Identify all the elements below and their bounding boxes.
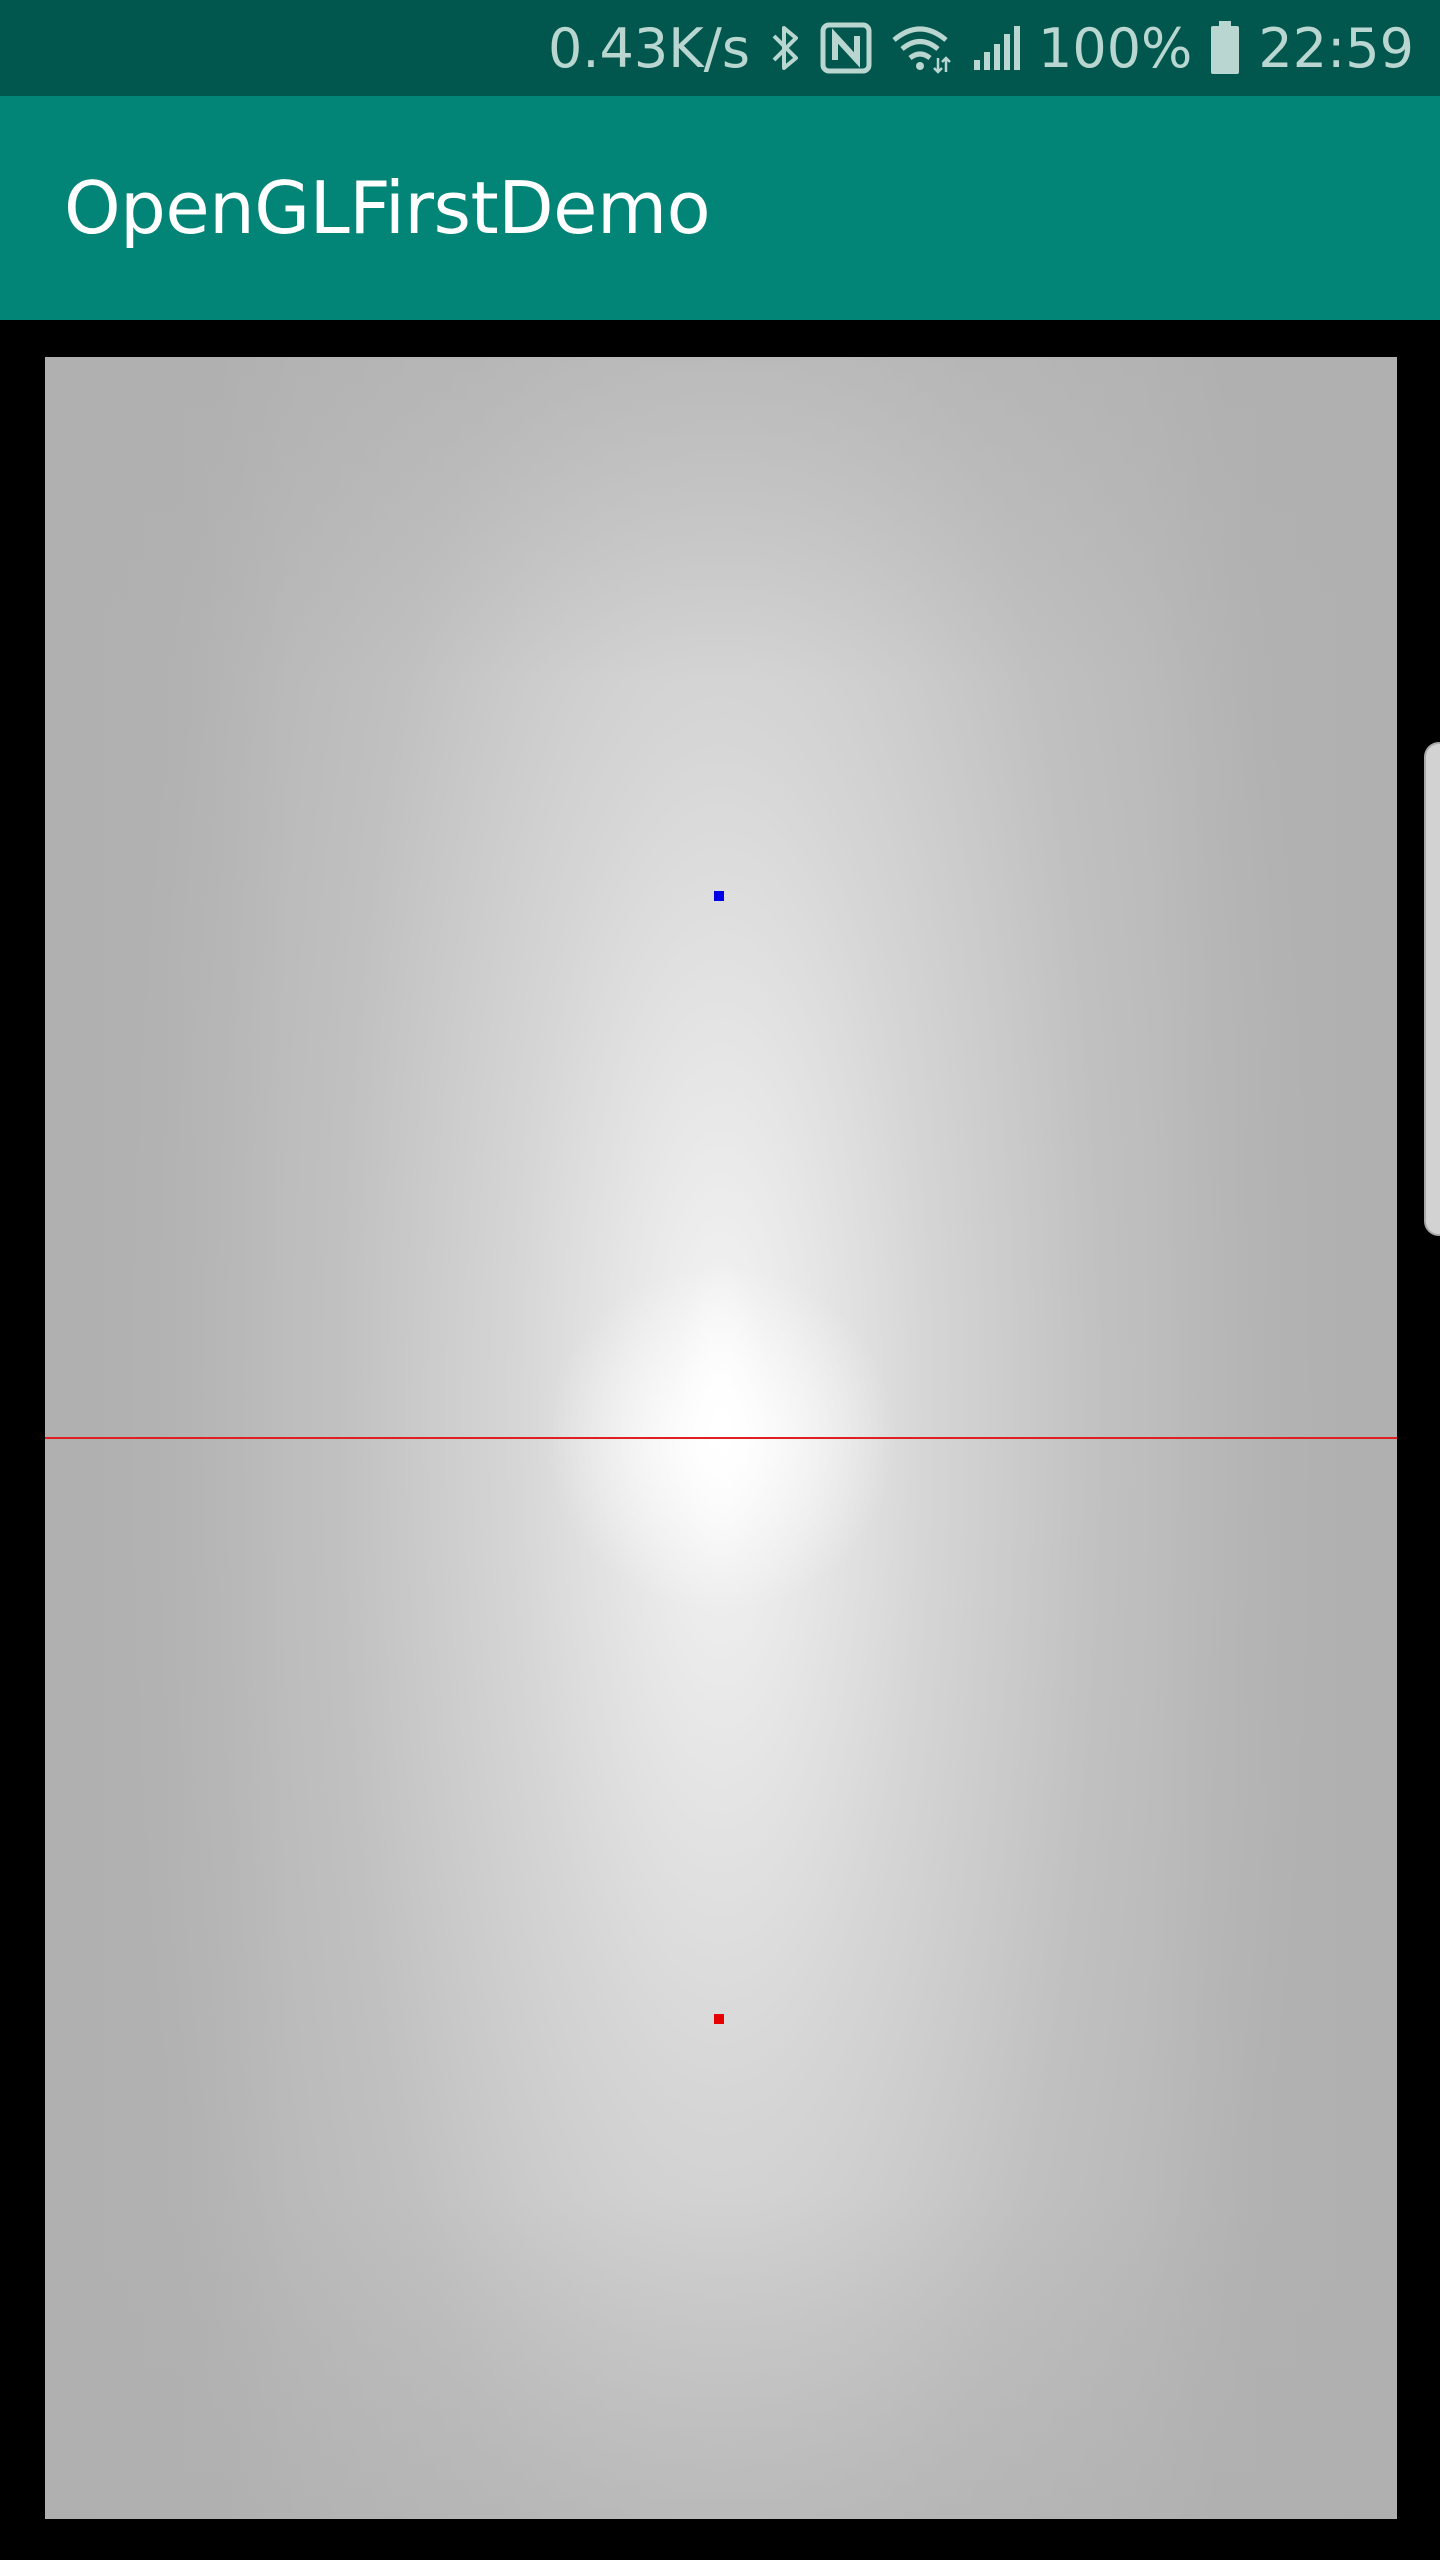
network-speed: 0.43K/s: [548, 16, 750, 80]
edge-panel-handle[interactable]: [1424, 742, 1440, 1236]
content-area: [0, 320, 1440, 2560]
horizontal-red-line: [45, 1437, 1397, 1439]
nfc-icon: [820, 22, 872, 74]
blue-point: [714, 891, 724, 901]
battery-level: 100%: [1037, 16, 1193, 80]
bluetooth-icon: [768, 22, 802, 74]
signal-icon: [972, 24, 1020, 72]
app-bar: OpenGLFirstDemo: [0, 96, 1440, 320]
status-bar: 0.43K/s 100% 22:59: [0, 0, 1440, 96]
gl-surface-view[interactable]: [45, 357, 1397, 2519]
app-title: OpenGLFirstDemo: [64, 166, 711, 250]
clock: 22:59: [1258, 16, 1414, 80]
wifi-icon: [890, 22, 954, 74]
battery-icon: [1210, 21, 1240, 75]
red-point: [714, 2014, 724, 2024]
